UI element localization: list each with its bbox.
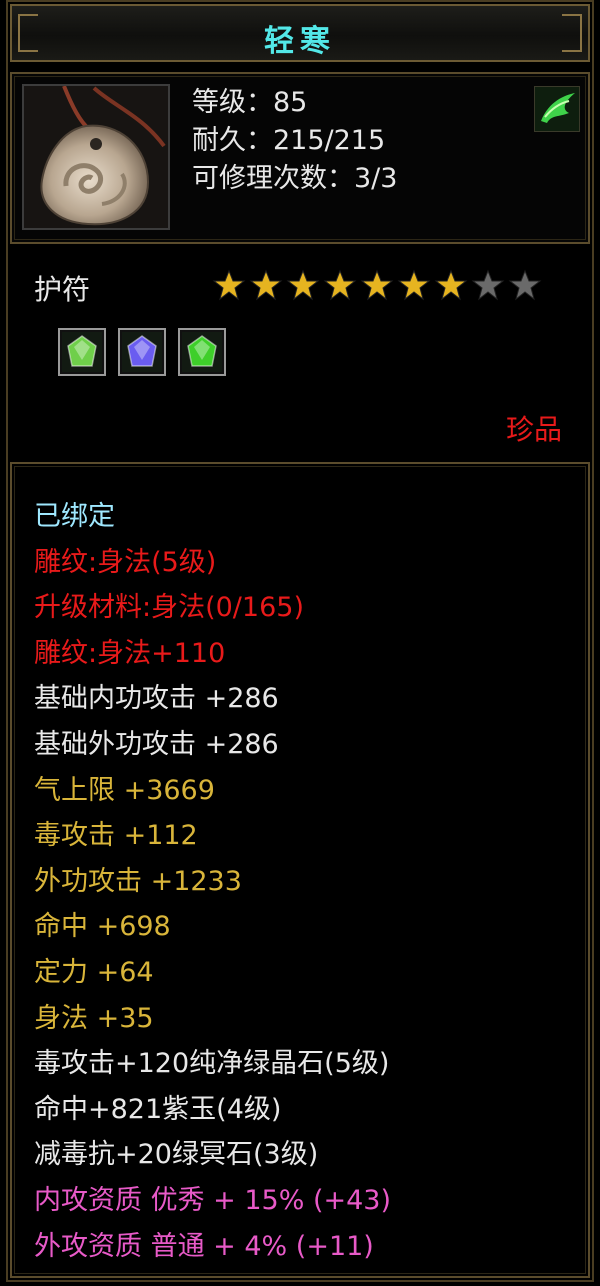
attribute-line: 减毒抗+20绿冥石(3级): [34, 1139, 319, 1171]
attribute-line: 升级材料:身法(0/165): [34, 592, 304, 624]
item-quality: 珍品: [505, 413, 562, 446]
title-bar: 轻寒: [10, 4, 590, 62]
item-stats: 等级：85 耐久：215/215 可修理次数：3/3: [192, 84, 397, 198]
attribute-line: 基础内功攻击 +286: [34, 683, 279, 715]
attribute-list: 已绑定雕纹:身法(5级) 升级材料:身法(0/165) 雕纹:身法+110 基础内功攻…: [34, 494, 391, 1269]
star-filled-icon: [397, 269, 431, 301]
star-filled-icon: [360, 269, 394, 301]
green-wind-gem-icon: [534, 86, 580, 132]
item-durability: 耐久：215/215: [192, 125, 386, 156]
star-empty-icon: [471, 269, 505, 301]
attribute-line: 基础外功攻击 +286: [34, 728, 279, 760]
attribute-line: 毒攻击 +112: [34, 820, 198, 852]
purple-jade-gem-icon: [118, 328, 166, 376]
attribute-line: 内攻资质 优秀 + 15% (+43): [34, 1184, 392, 1216]
attribute-line: 气上限 +3669: [34, 774, 215, 806]
star-filled-icon: [212, 269, 246, 301]
star-rating: [212, 268, 542, 302]
item-level: 等级：85: [192, 87, 308, 118]
star-filled-icon: [286, 269, 320, 301]
star-filled-icon: [249, 269, 283, 301]
attribute-line: 已绑定: [34, 501, 115, 532]
item-repair-count: 可修理次数：3/3: [192, 163, 398, 194]
attribute-line: 外功攻击 +1233: [34, 865, 242, 897]
item-type: 护符: [34, 273, 91, 306]
attribute-line: 命中 +698: [34, 911, 171, 943]
star-filled-icon: [434, 269, 468, 301]
attribute-line: 身法 +35: [34, 1002, 154, 1034]
gem-sockets: [58, 328, 226, 376]
green-diamond-gem-icon: [58, 328, 106, 376]
green-crystal-gem-icon: [178, 328, 226, 376]
attribute-line: 毒攻击+120纯净绿晶石(5级): [34, 1048, 390, 1080]
attribute-line: 定力 +64: [34, 956, 154, 988]
attributes-panel: 已绑定雕纹:身法(5级) 升级材料:身法(0/165) 雕纹:身法+110 基础内功攻…: [10, 462, 590, 1278]
attribute-line: 雕纹:身法(5级): [34, 546, 217, 578]
star-filled-icon: [323, 269, 357, 301]
attribute-line: 雕纹:身法+110: [34, 637, 226, 669]
jade-pendant-icon: [22, 84, 170, 230]
item-header: 等级：85 耐久：215/215 可修理次数：3/3: [10, 72, 590, 244]
item-name: 轻寒: [264, 24, 336, 59]
star-empty-icon: [508, 269, 542, 301]
attribute-line: 外攻资质 普通 + 4% (+11): [34, 1230, 374, 1262]
attribute-line: 命中+821紫玉(4级): [34, 1093, 282, 1125]
